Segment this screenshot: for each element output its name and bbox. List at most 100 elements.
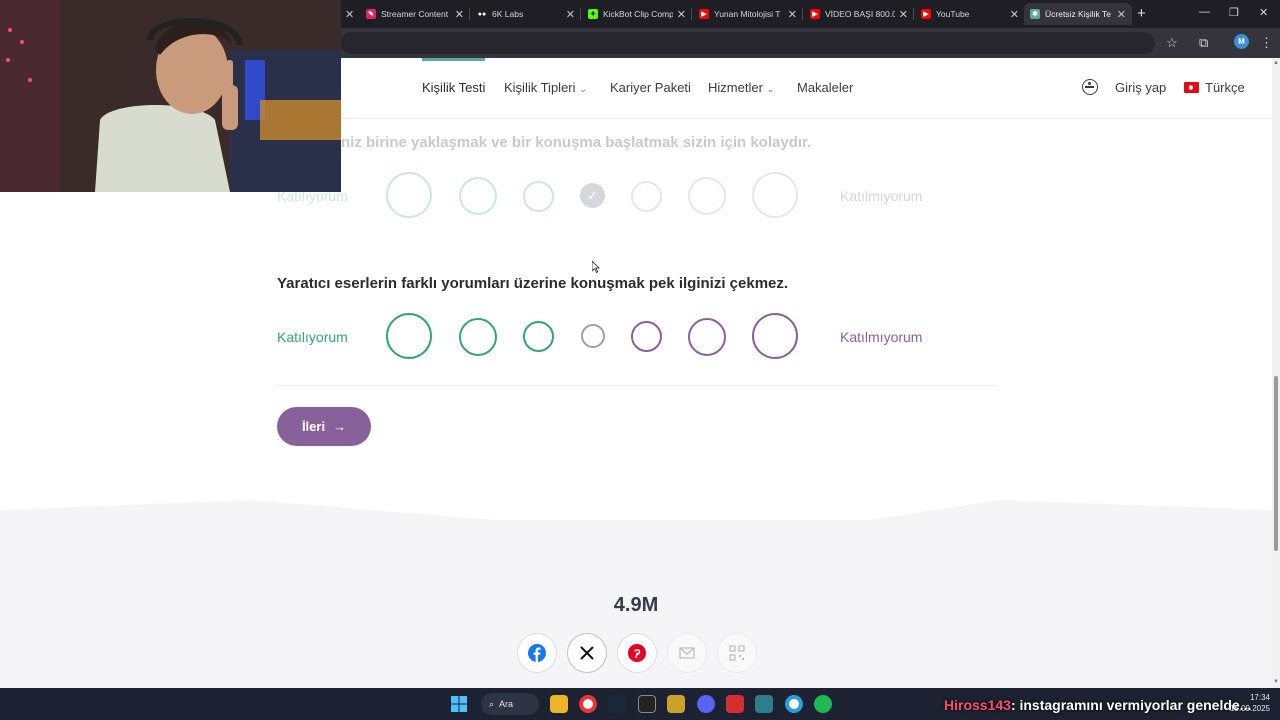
answer-option-strongly-disagree[interactable] <box>752 313 798 359</box>
tab-title: Ücretsiz Kişilik Te <box>1045 9 1111 19</box>
share-email-button[interactable] <box>667 633 707 673</box>
tab-streamer-content[interactable]: ✎ Streamer Content ✕ <box>360 3 470 25</box>
close-icon[interactable]: ✕ <box>788 8 797 21</box>
active-nav-indicator <box>422 58 485 61</box>
nav-label: Kişilik Tipleri <box>504 80 576 95</box>
youtube-icon: ▶ <box>921 9 931 19</box>
file-explorer-icon[interactable] <box>550 695 568 713</box>
x-icon <box>580 646 594 660</box>
profile-avatar[interactable]: M <box>1234 34 1249 49</box>
bookmark-star-icon[interactable]: ☆ <box>1166 35 1178 51</box>
close-icon[interactable]: ✕ <box>566 8 575 21</box>
extensions-icon[interactable]: ⧉ <box>1199 35 1208 51</box>
tab-title: VİDEO BAŞI 800.0 <box>825 9 895 19</box>
nav-kisilik-testi[interactable]: Kişilik Testi <box>422 80 485 95</box>
steam-icon[interactable] <box>608 695 626 713</box>
turkey-flag-icon <box>1184 82 1199 93</box>
answer-option-agree[interactable] <box>459 318 497 356</box>
answer-option-strongly-agree[interactable] <box>386 313 432 359</box>
youtube-icon: ▶ <box>810 9 820 19</box>
accessibility-icon[interactable] <box>1082 79 1098 95</box>
selected-check-icon[interactable]: ✓ <box>580 183 605 208</box>
windows-start-icon[interactable] <box>450 695 468 713</box>
scrollbar-thumb[interactable] <box>1274 376 1278 551</box>
taskbar-search[interactable]: ⌕ Ara <box>481 693 539 715</box>
scroll-up-icon[interactable]: ▲ <box>1273 60 1279 66</box>
share-x-button[interactable] <box>567 633 607 673</box>
tab-kickbot[interactable]: ✦ KickBot Clip Comp ✕ <box>582 3 692 25</box>
tab-video-basi[interactable]: ▶ VİDEO BAŞI 800.0 ✕ <box>804 3 914 25</box>
answer-option-neutral[interactable] <box>581 324 605 348</box>
minimize-icon[interactable]: — <box>1199 6 1210 18</box>
share-facebook-button[interactable] <box>517 633 557 673</box>
app-icon[interactable] <box>667 695 685 713</box>
scroll-down-icon[interactable]: ▼ <box>1273 679 1279 685</box>
disagree-label: Katılmıyorum <box>840 329 923 345</box>
clock-date: 15.09.2025 <box>1229 704 1270 713</box>
chrome-profile-icon[interactable] <box>785 695 803 713</box>
youtube-icon: ▶ <box>699 9 709 19</box>
nav-kariyer-paketi[interactable]: Kariyer Paketi <box>610 80 691 95</box>
page-scrollbar[interactable] <box>1272 58 1280 688</box>
nav-hizmetler[interactable]: Hizmetler ⌄ <box>708 80 774 95</box>
tab-kisilik-testi[interactable]: ✱ Ücretsiz Kişilik Te ✕ <box>1024 3 1132 25</box>
taskbar-clock[interactable]: 17:34 15.09.2025 <box>1228 692 1270 714</box>
nav-kisilik-tipleri[interactable]: Kişilik Tipleri ⌄ <box>504 80 587 95</box>
streamer-webcam-image <box>0 0 341 192</box>
agree-label: Katılıyorum <box>277 329 348 345</box>
discord-icon[interactable] <box>697 695 715 713</box>
question-text: Yaratıcı eserlerin farklı yorumları üzer… <box>277 275 789 292</box>
restore-icon[interactable]: ❐ <box>1229 6 1239 19</box>
answer-option-strongly-agree[interactable] <box>386 172 432 218</box>
share-count: 4.9M <box>613 594 659 616</box>
close-icon[interactable]: ✕ <box>1117 8 1126 21</box>
url-input[interactable] <box>340 32 1155 54</box>
answer-option-agree[interactable] <box>459 177 497 215</box>
16personalities-icon: ✱ <box>1030 9 1040 19</box>
disagree-label: Katılmıyorum <box>840 188 923 204</box>
close-icon[interactable]: ✕ <box>455 8 464 21</box>
answer-option-strongly-disagree[interactable] <box>752 172 798 218</box>
new-tab-button[interactable]: + <box>1137 5 1146 22</box>
chrome-icon[interactable] <box>579 695 597 713</box>
answer-option-slightly-agree[interactable] <box>523 321 554 352</box>
clock-time: 17:34 <box>1249 693 1270 702</box>
answer-option-disagree[interactable] <box>688 318 726 356</box>
email-icon <box>679 647 695 659</box>
kickbot-icon: ✦ <box>588 9 598 19</box>
spotify-icon[interactable] <box>814 695 832 713</box>
answer-option-slightly-disagree[interactable] <box>631 181 662 212</box>
tab-6k-labs[interactable]: ●● 6K Labs ✕ <box>471 3 581 25</box>
next-button-label: İleri <box>301 419 326 434</box>
answer-option-disagree[interactable] <box>688 177 726 215</box>
answer-option-slightly-agree[interactable] <box>523 181 554 212</box>
share-qr-button[interactable] <box>717 633 757 673</box>
chevron-down-icon: ⌄ <box>579 84 588 94</box>
tab-title: Streamer Content <box>381 9 449 19</box>
tab-yunan-mitolojisi[interactable]: ▶ Yunan Mitolojisi T ✕ <box>693 3 803 25</box>
close-icon[interactable]: ✕ <box>1010 8 1019 21</box>
close-window-icon[interactable]: ✕ <box>1259 6 1268 19</box>
next-button[interactable]: İleri → <box>277 407 371 446</box>
qr-code-icon <box>729 645 745 661</box>
video-editor-icon[interactable] <box>726 695 744 713</box>
answer-option-slightly-disagree[interactable] <box>631 321 662 352</box>
language-selector[interactable]: Türkçe <box>1205 80 1245 95</box>
close-icon[interactable]: ✕ <box>899 8 908 21</box>
app-icon[interactable] <box>755 695 773 713</box>
stream-chat-overlay: Hiross143: instagramını vermiyorlar gene… <box>944 697 1251 713</box>
chat-username: Hiross143 <box>944 697 1011 713</box>
tab-youtube[interactable]: ▶ YouTube ✕ <box>915 3 1025 25</box>
chat-message: : instagramını vermiyorlar genelde... <box>1010 697 1252 713</box>
pinterest-icon <box>628 644 646 662</box>
question-text: niz birine yaklaşmak ve bir konuşma başl… <box>341 134 812 151</box>
login-link[interactable]: Giriş yap <box>1115 80 1166 95</box>
tab-close-overflow[interactable]: ✕ <box>341 3 355 25</box>
share-pinterest-button[interactable] <box>617 633 657 673</box>
browser-menu-icon[interactable]: ⋮ <box>1260 35 1273 51</box>
search-icon: ⌕ <box>489 698 495 709</box>
close-icon[interactable]: ✕ <box>677 8 686 21</box>
nav-makaleler[interactable]: Makaleler <box>797 80 853 95</box>
epic-games-icon[interactable] <box>638 695 656 713</box>
mouse-cursor-icon <box>592 261 600 273</box>
